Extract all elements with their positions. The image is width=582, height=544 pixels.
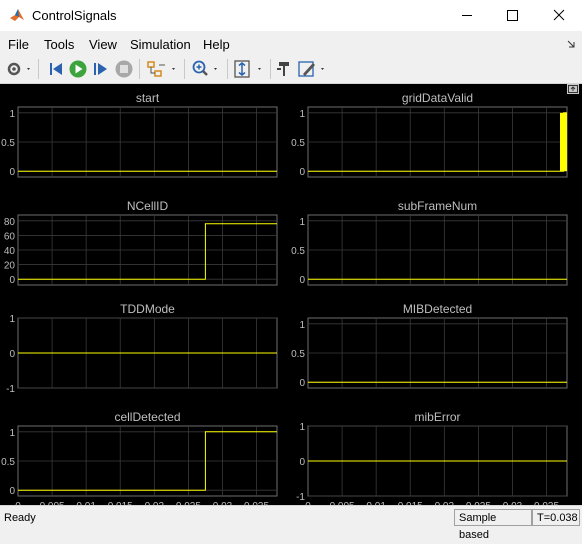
y-tick-label: 1 <box>9 314 15 325</box>
plot-title: TDDMode <box>120 302 175 316</box>
toolbar-separator <box>227 59 228 79</box>
signal-select-icon[interactable] <box>145 59 179 79</box>
menu-tools[interactable]: Tools <box>44 37 74 52</box>
y-tick-label: 1 <box>299 109 305 120</box>
scope-display: 0 0.5 1 start 0 0.5 1 gridDataValid 0 20 40 60 80 NCe… <box>0 84 582 512</box>
y-tick-label: 20 <box>4 261 16 272</box>
zoom-icon[interactable] <box>190 59 222 79</box>
plot-title: gridDataValid <box>402 91 473 105</box>
matlab-icon <box>10 9 24 21</box>
y-tick-label: 0.5 <box>291 246 305 257</box>
y-tick-label: 1 <box>299 320 305 331</box>
toolbar-separator <box>184 59 185 79</box>
menu-overflow-icon[interactable] <box>566 39 576 49</box>
y-tick-label: 0 <box>299 457 305 468</box>
menu-file[interactable]: File <box>8 37 29 52</box>
y-tick-label: 60 <box>4 231 16 242</box>
highlight-icon[interactable] <box>274 59 294 79</box>
y-tick-label: 1 <box>9 428 15 439</box>
simulation-time-status: T=0.038 <box>532 509 580 526</box>
y-tick-label: 0 <box>299 275 305 286</box>
gear-icon[interactable] <box>5 59 33 79</box>
plot-title: MIBDetected <box>403 302 472 316</box>
y-tick-label: 1 <box>299 217 305 228</box>
pen-icon[interactable] <box>297 59 329 79</box>
y-tick-label: 80 <box>4 217 16 228</box>
undock-icon[interactable] <box>567 84 579 94</box>
minimize-icon <box>462 15 472 16</box>
menu-view[interactable]: View <box>89 37 117 52</box>
y-tick-label: 0.5 <box>1 457 15 468</box>
y-tick-label: 40 <box>4 246 16 257</box>
title-bar: ControlSignals <box>0 0 582 31</box>
run-icon[interactable] <box>68 59 88 79</box>
plot-title: subFrameNum <box>398 199 477 213</box>
fit-icon[interactable] <box>232 59 266 79</box>
y-tick-label: 1 <box>299 422 305 433</box>
toolbar <box>0 55 582 84</box>
toolbar-separator <box>270 59 271 79</box>
menu-simulation[interactable]: Simulation <box>130 37 191 52</box>
y-tick-label: 0 <box>9 486 15 497</box>
signal-toggle-band <box>560 112 567 172</box>
y-tick-label: 1 <box>9 109 15 120</box>
y-tick-label: 0 <box>9 349 15 360</box>
stop-icon[interactable] <box>114 59 134 79</box>
step-forward-icon[interactable] <box>91 59 111 79</box>
y-tick-label: 0 <box>299 378 305 389</box>
status-ready: Ready <box>4 512 36 524</box>
plot-title: NCellID <box>127 199 169 213</box>
minimize-button[interactable] <box>444 0 490 31</box>
menu-help[interactable]: Help <box>203 37 230 52</box>
maximize-button[interactable] <box>490 0 536 31</box>
close-button[interactable] <box>536 0 582 31</box>
sample-mode-status: Sample based <box>454 509 532 541</box>
y-tick-label: 0 <box>9 167 15 178</box>
plot-title: cellDetected <box>114 410 180 424</box>
y-tick-label: 0 <box>299 167 305 178</box>
plot-title: start <box>136 91 160 105</box>
y-tick-label: 0 <box>9 275 15 286</box>
y-tick-label: 0.5 <box>1 138 15 149</box>
window-title: ControlSignals <box>32 8 117 23</box>
scope-plots: 0 0.5 1 start 0 0.5 1 gridDataValid 0 20 40 60 80 NCe… <box>1 91 568 512</box>
step-back-icon[interactable] <box>45 59 65 79</box>
maximize-icon <box>507 10 518 21</box>
menu-bar: File Tools View Simulation Help <box>0 31 582 55</box>
y-tick-label: -1 <box>296 492 305 503</box>
close-icon <box>553 9 565 21</box>
toolbar-separator <box>38 59 39 79</box>
y-tick-label: 0.5 <box>291 138 305 149</box>
plot-title: mibError <box>414 410 460 424</box>
status-bar: Ready Sample based T=0.038 <box>0 505 582 541</box>
y-tick-label: 0.5 <box>291 349 305 360</box>
y-tick-label: -1 <box>6 384 15 395</box>
toolbar-separator <box>139 59 140 79</box>
